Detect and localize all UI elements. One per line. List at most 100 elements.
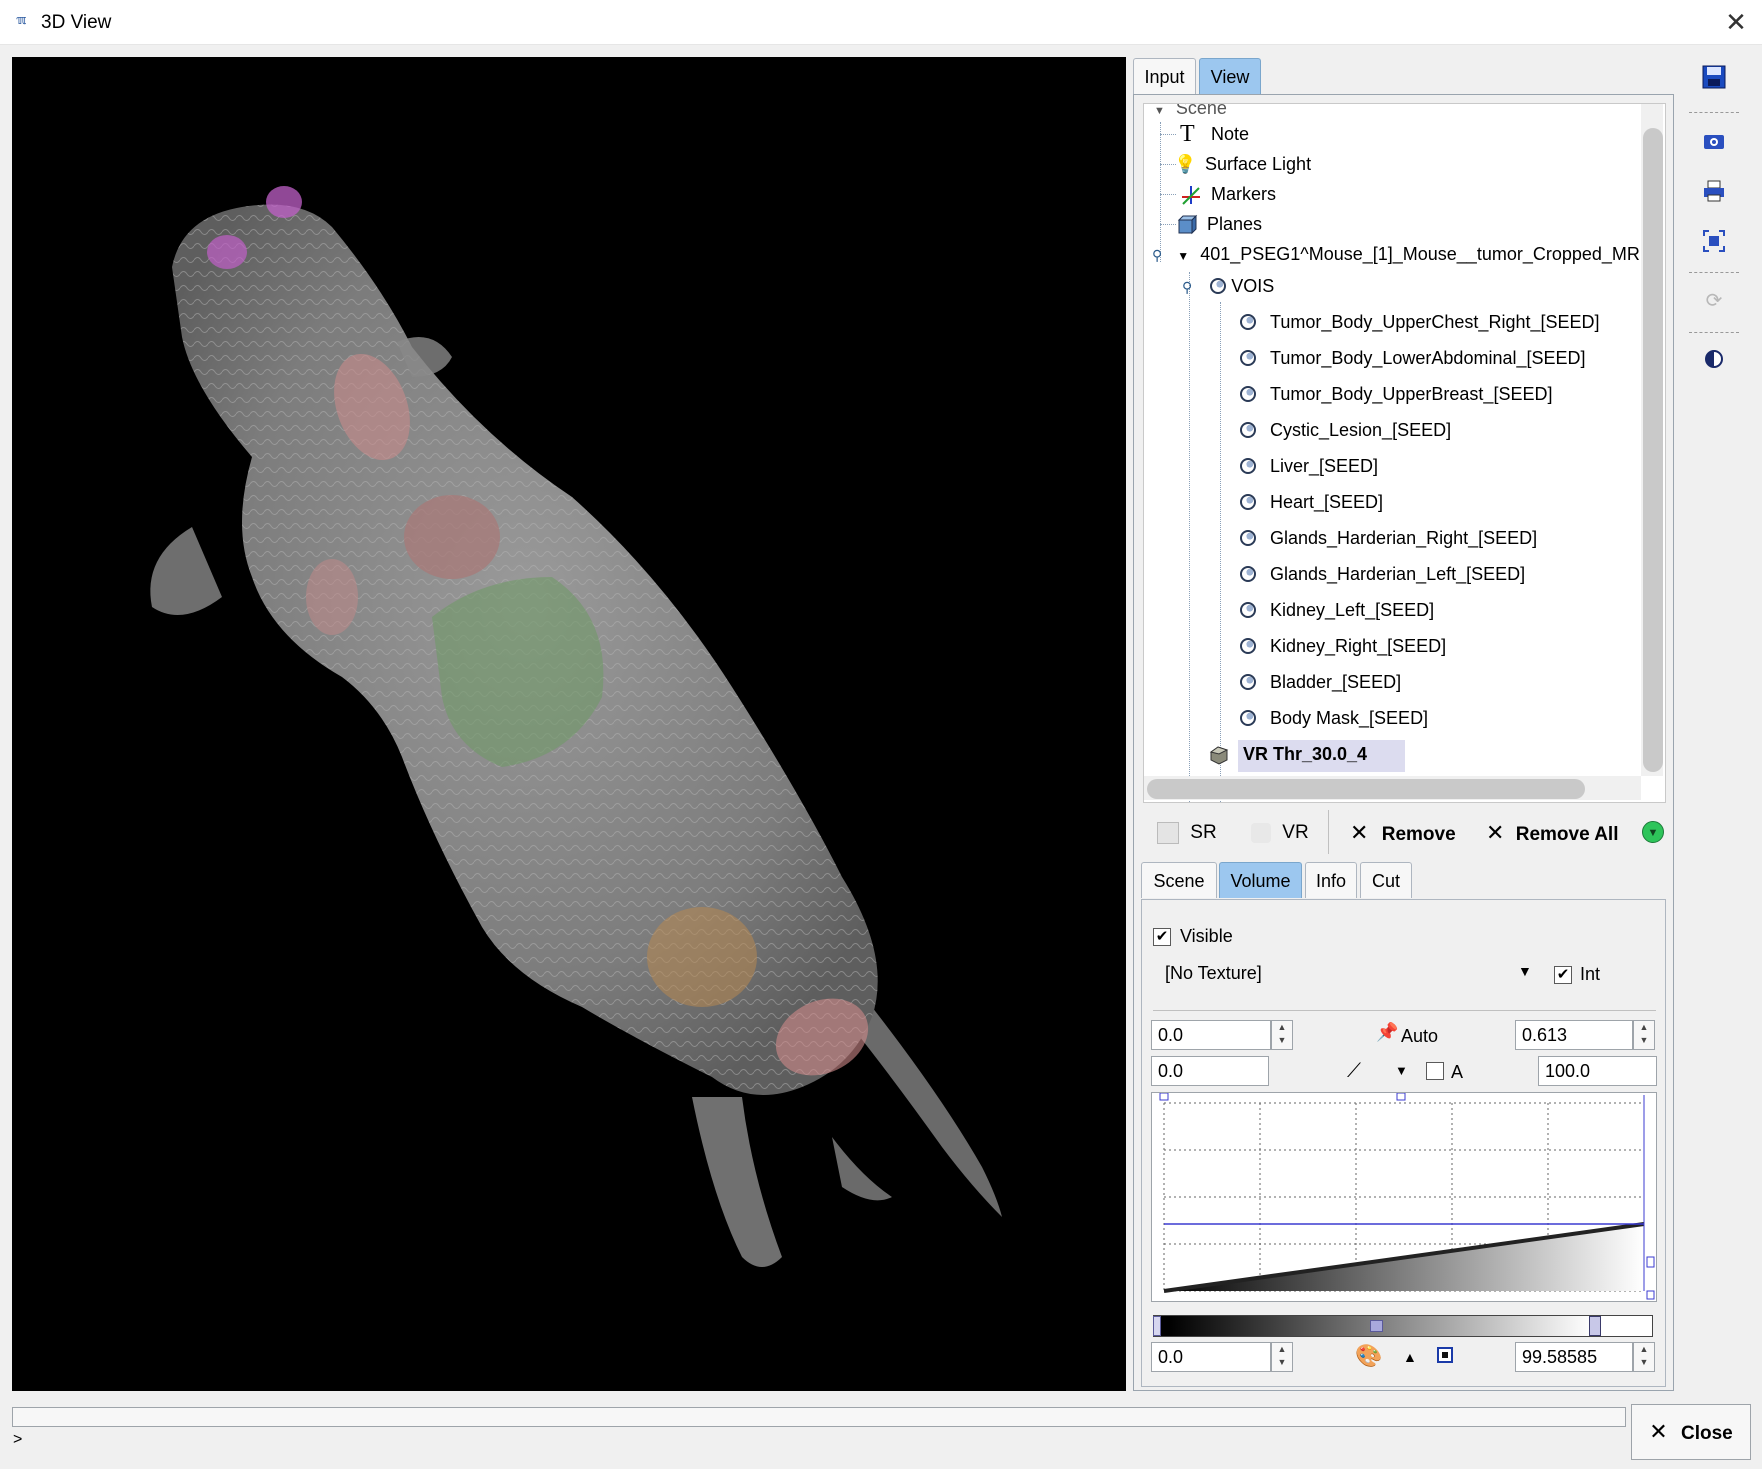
text-t-icon: T (1180, 121, 1195, 147)
tree-item-label: Surface Light (1205, 154, 1312, 174)
int-checkbox[interactable]: ✔ (1554, 966, 1572, 984)
max-value-stepper[interactable]: ▲ ▼ (1633, 1020, 1655, 1050)
collapse-triangle-icon[interactable]: ▼ (1154, 105, 1165, 117)
voi-item[interactable]: Liver_[SEED] (1240, 452, 1378, 480)
voi-item[interactable]: Body Mask_[SEED] (1240, 704, 1428, 732)
voi-item[interactable]: Cystic_Lesion_[SEED] (1240, 416, 1451, 444)
tree-line (1220, 302, 1221, 802)
toolbar-separator (1689, 112, 1739, 113)
contrast-icon[interactable] (1701, 346, 1727, 372)
voi-icon (1240, 530, 1256, 546)
min-value-field[interactable]: 0.0 (1151, 1020, 1271, 1050)
tab-input[interactable]: Input (1133, 58, 1196, 94)
visible-label: Visible (1180, 926, 1233, 946)
voi-icon (1240, 566, 1256, 582)
tree-vertical-scroll-thumb[interactable] (1643, 128, 1663, 772)
texture-select[interactable]: [No Texture] (1165, 963, 1262, 984)
reset-rotation-icon[interactable]: ⟳ (1701, 288, 1727, 314)
command-prompt[interactable]: > (13, 1431, 22, 1449)
tree-item-markers[interactable]: Markers (1180, 180, 1276, 208)
fit-view-icon[interactable] (1701, 228, 1727, 254)
tree-item-dataset[interactable]: ⚲ ▼ 401_PSEG1^Mouse_[1]_Mouse__tumor_Cro… (1152, 240, 1640, 268)
color-bar-mid-handle[interactable] (1370, 1320, 1383, 1332)
remove-button[interactable]: ✕ Remove (1350, 815, 1456, 851)
voi-icon (1240, 314, 1256, 330)
3d-viewport[interactable] (12, 57, 1126, 1391)
lower-value-field[interactable]: 0.0 (1151, 1056, 1269, 1086)
voi-item[interactable]: Glands_Harderian_Left_[SEED] (1240, 560, 1525, 588)
collapse-triangle-icon[interactable]: ▼ (1177, 249, 1189, 263)
voi-icon (1240, 422, 1256, 438)
printer-icon[interactable] (1701, 178, 1727, 204)
tree-root-label: Scene (1175, 103, 1227, 118)
vr-button[interactable]: VR (1251, 815, 1309, 851)
texture-dropdown-arrow-icon[interactable]: ▼ (1518, 963, 1532, 979)
window-close-icon[interactable]: ✕ (1718, 6, 1754, 38)
voi-icon (1240, 638, 1256, 654)
voi-label: Tumor_Body_UpperChest_Right_[SEED] (1270, 312, 1600, 332)
voi-item[interactable]: Kidney_Right_[SEED] (1240, 632, 1446, 660)
tab-cut[interactable]: Cut (1360, 862, 1412, 898)
tab-volume[interactable]: Volume (1219, 862, 1302, 898)
triangle-up-icon[interactable]: ▲ (1403, 1349, 1417, 1365)
int-label: Int (1580, 964, 1601, 984)
tab-info[interactable]: Info (1305, 862, 1357, 898)
voi-item[interactable]: Tumor_Body_LowerAbdominal_[SEED] (1240, 344, 1586, 372)
color-bar-right-handle[interactable] (1589, 1316, 1601, 1336)
planes-cube-icon (1176, 214, 1198, 235)
min-value-stepper[interactable]: ▲ ▼ (1271, 1020, 1293, 1050)
voi-item[interactable]: Kidney_Left_[SEED] (1240, 596, 1434, 624)
voi-item[interactable]: Tumor_Body_UpperChest_Right_[SEED] (1240, 308, 1600, 336)
curve-shape-icon[interactable]: ⟋ (1347, 1060, 1361, 1083)
a-label: A (1451, 1062, 1464, 1082)
range-max-stepper[interactable]: ▲ ▼ (1633, 1342, 1655, 1372)
auto-label[interactable]: Auto (1401, 1026, 1438, 1047)
range-max-field[interactable]: 99.58585 (1515, 1342, 1633, 1372)
voi-item[interactable]: Heart_[SEED] (1240, 488, 1383, 516)
sr-button[interactable]: SR (1157, 815, 1217, 851)
tree-item-vr-selected[interactable]: VR Thr_30.0_4 (1208, 740, 1405, 772)
voi-item[interactable]: Glands_Harderian_Right_[SEED] (1240, 524, 1537, 552)
tree-item-planes[interactable]: Planes (1176, 210, 1262, 238)
voi-item[interactable]: Bladder_[SEED] (1240, 668, 1401, 696)
a-checkbox[interactable] (1426, 1062, 1444, 1080)
tree-item-note[interactable]: T Note (1180, 120, 1249, 148)
camera-icon[interactable] (1701, 128, 1727, 154)
tree-item-label: VOIS (1231, 276, 1275, 296)
color-bar[interactable] (1153, 1315, 1653, 1337)
close-button[interactable]: ✕ Close (1631, 1404, 1751, 1460)
tree-horizontal-scroll-thumb[interactable] (1147, 779, 1585, 799)
tree-handle-icon[interactable]: ⚲ (1152, 247, 1162, 263)
save-icon[interactable] (1701, 64, 1727, 90)
divider (1153, 1010, 1656, 1011)
scene-tree[interactable]: ▼ Scene T Note 💡 Surface Light Markers P… (1143, 103, 1666, 803)
tab-view[interactable]: View (1199, 58, 1261, 94)
tree-item-surface-light[interactable]: 💡 Surface Light (1174, 150, 1311, 178)
remove-label: Remove (1381, 824, 1456, 845)
color-palette-icon[interactable]: 🎨 (1355, 1343, 1382, 1369)
tab-scene[interactable]: Scene (1141, 862, 1217, 898)
range-min-field[interactable]: 0.0 (1151, 1342, 1271, 1372)
range-min-stepper[interactable]: ▲ ▼ (1271, 1342, 1293, 1372)
color-bar-left-handle[interactable] (1153, 1316, 1161, 1336)
voi-label: Glands_Harderian_Right_[SEED] (1270, 528, 1538, 548)
curve-dropdown-arrow-icon[interactable]: ▼ (1395, 1063, 1408, 1078)
volume-render-icon (1251, 822, 1271, 843)
visible-checkbox[interactable]: ✔ (1153, 928, 1171, 946)
tree-line (1189, 272, 1190, 802)
max-value-field[interactable]: 0.613 (1515, 1020, 1633, 1050)
voi-group-icon (1210, 278, 1226, 294)
dropdown-green-icon[interactable]: ▼ (1642, 821, 1664, 843)
color-invert-icon[interactable] (1437, 1347, 1453, 1363)
remove-all-icon: ✕ (1486, 820, 1505, 845)
voi-icon (1240, 350, 1256, 366)
remove-all-button[interactable]: ✕ Remove All (1486, 815, 1619, 851)
transfer-function-graph[interactable] (1151, 1092, 1657, 1302)
voi-item[interactable]: Tumor_Body_UpperBreast_[SEED] (1240, 380, 1552, 408)
pin-icon[interactable]: 📌 (1376, 1022, 1398, 1043)
tree-handle-icon[interactable]: ⚲ (1182, 279, 1192, 295)
upper-value-field[interactable]: 100.0 (1538, 1056, 1657, 1086)
tree-item-vois[interactable]: ⚲ VOIS (1182, 272, 1274, 300)
voi-label: Heart_[SEED] (1270, 492, 1384, 512)
toolbar-divider (1328, 810, 1329, 854)
